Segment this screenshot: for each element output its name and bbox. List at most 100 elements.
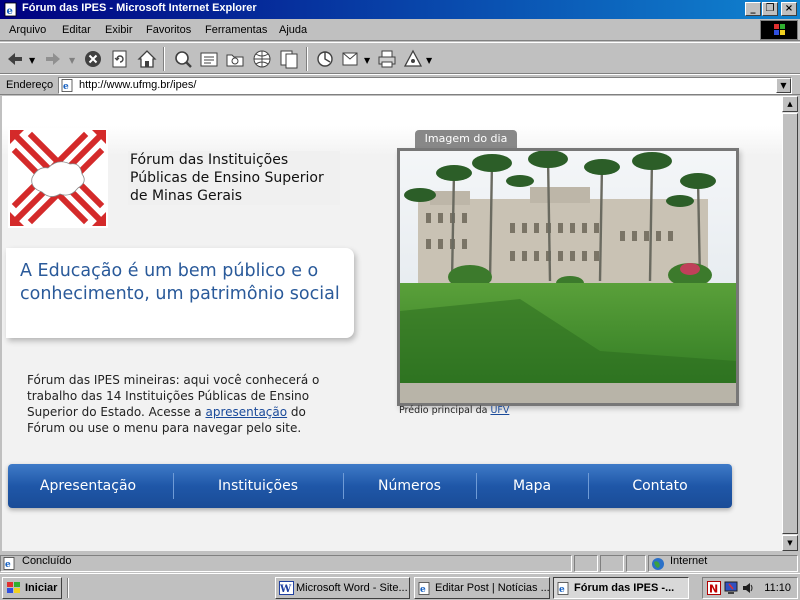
menu-exibir[interactable]: Exibir xyxy=(105,24,133,36)
monitor-icon[interactable] xyxy=(724,581,738,595)
svg-text:e: e xyxy=(420,585,426,595)
channels-icon[interactable] xyxy=(251,48,273,70)
page-status-icon: e xyxy=(3,557,15,570)
page-icon: e xyxy=(61,79,73,92)
history-icon[interactable] xyxy=(224,48,246,70)
vertical-scrollbar[interactable]: ▲ ▼ xyxy=(782,96,798,551)
main-nav: Apresentação Instituições Números Mapa C… xyxy=(8,464,732,508)
menu-ferramentas[interactable]: Ferramentas xyxy=(205,24,267,36)
home-icon[interactable] xyxy=(136,48,158,70)
taskbar: Iniciar W Microsoft Word - Site... e Edi… xyxy=(0,573,800,600)
menu-favoritos[interactable]: Favoritos xyxy=(146,24,191,36)
mail-dropdown-icon[interactable]: ▼ xyxy=(364,56,370,65)
menu-editar[interactable]: Editar xyxy=(62,24,91,36)
menu-arquivo[interactable]: Arquivo xyxy=(9,24,46,36)
internet-globe-icon xyxy=(652,558,664,570)
site-title: Fórum das Instituições Públicas de Ensin… xyxy=(128,151,340,205)
status-pane xyxy=(0,555,572,572)
ie-page-icon: e xyxy=(4,2,17,17)
volume-icon[interactable] xyxy=(741,581,755,595)
site-title-line: Fórum das Instituições xyxy=(130,152,289,168)
status-bar: e Concluído Internet xyxy=(0,553,800,573)
norton-icon[interactable]: N xyxy=(707,581,721,595)
zone-text: Internet xyxy=(670,555,708,567)
image-caption: Prédio principal da UFV xyxy=(399,405,509,416)
intro-text: Fórum das IPES mineiras: aqui você conhe… xyxy=(27,372,347,436)
nav-mapa[interactable]: Mapa xyxy=(476,464,588,508)
nav-apresentacao[interactable]: Apresentação xyxy=(8,464,168,508)
forum-logo xyxy=(8,128,108,228)
svg-text:e: e xyxy=(63,82,69,92)
print-icon[interactable] xyxy=(376,48,398,70)
standard-toolbar: ▼ ▼ ▼ ▼ xyxy=(0,42,800,74)
maximize-button[interactable]: ❐ xyxy=(762,2,778,16)
page-content: Fórum das Instituições Públicas de Ensin… xyxy=(2,96,782,551)
nav-contato[interactable]: Contato xyxy=(588,464,732,508)
image-of-day-tab: Imagem do dia xyxy=(415,130,517,148)
minimize-button[interactable]: _ xyxy=(745,2,761,16)
word-icon: W xyxy=(279,581,294,595)
menu-ajuda[interactable]: Ajuda xyxy=(279,24,307,36)
refresh-icon[interactable] xyxy=(109,48,131,70)
scroll-down-button[interactable]: ▼ xyxy=(782,535,798,551)
image-of-day-frame xyxy=(397,148,739,406)
back-icon[interactable] xyxy=(4,48,26,70)
site-title-line: de Minas Gerais xyxy=(130,188,243,204)
task-forum-ipes[interactable]: e Fórum das IPES -... xyxy=(553,577,689,599)
back-dropdown-icon[interactable]: ▼ xyxy=(29,56,35,65)
svg-text:W: W xyxy=(279,584,292,595)
windows-flag-icon xyxy=(7,582,20,593)
window-title: Fórum das IPES - Microsoft Internet Expl… xyxy=(22,2,257,14)
apresentacao-link[interactable]: apresentação xyxy=(205,405,287,419)
task-forum-ipes-label: Fórum das IPES -... xyxy=(574,582,675,594)
address-input[interactable]: e http://www.ufmg.br/ipes/ ▼ xyxy=(58,77,792,94)
favorites-icon[interactable] xyxy=(198,48,220,70)
nav-instituicoes[interactable]: Instituições xyxy=(173,464,343,508)
mail-icon[interactable] xyxy=(314,48,336,70)
scroll-up-button[interactable]: ▲ xyxy=(782,96,798,112)
ufv-building-photo xyxy=(400,151,736,403)
task-editar-post-label: Editar Post | Notícias ... xyxy=(435,582,550,594)
page-viewport: Fórum das Instituições Públicas de Ensin… xyxy=(2,96,782,551)
start-button[interactable]: Iniciar xyxy=(2,577,62,599)
close-button[interactable]: × xyxy=(781,2,797,16)
task-word[interactable]: W Microsoft Word - Site... xyxy=(275,577,410,599)
menu-bar: Arquivo Editar Exibir Favoritos Ferramen… xyxy=(0,19,800,41)
status-pane xyxy=(600,555,624,572)
slogan-text: A Educação é um bem público e o conhecim… xyxy=(20,261,340,304)
ie-page-icon: e xyxy=(557,582,569,595)
stop-icon[interactable] xyxy=(82,48,104,70)
system-tray: N 11:10 xyxy=(702,577,798,599)
toolbar-separator xyxy=(306,47,308,71)
forward-icon[interactable] xyxy=(42,48,64,70)
discuss-dropdown-icon[interactable]: ▼ xyxy=(426,56,432,65)
svg-text:N: N xyxy=(709,583,718,596)
status-pane xyxy=(574,555,598,572)
windows-logo-icon xyxy=(760,20,798,40)
task-word-label: Microsoft Word - Site... xyxy=(296,582,408,594)
quicklaunch-divider xyxy=(67,578,69,598)
clock: 11:10 xyxy=(764,582,791,594)
forward-dropdown-icon[interactable]: ▼ xyxy=(69,56,75,65)
nav-numeros[interactable]: Números xyxy=(343,464,476,508)
task-editar-post[interactable]: e Editar Post | Notícias ... xyxy=(414,577,550,599)
address-bar: Endereço e http://www.ufmg.br/ipes/ ▼ xyxy=(0,74,800,95)
ie-page-icon: e xyxy=(418,582,430,595)
toolbar-separator xyxy=(163,47,165,71)
start-label: Iniciar xyxy=(25,582,58,594)
status-text: Concluído xyxy=(22,555,72,567)
address-url: http://www.ufmg.br/ipes/ xyxy=(79,79,197,91)
address-dropdown-button[interactable]: ▼ xyxy=(776,78,791,93)
scroll-thumb[interactable] xyxy=(782,113,798,534)
svg-text:e: e xyxy=(559,585,565,595)
fullscreen-icon[interactable] xyxy=(278,48,300,70)
site-title-line: Públicas de Ensino Superior xyxy=(130,170,324,186)
svg-text:e: e xyxy=(7,6,13,17)
ufv-link[interactable]: UFV xyxy=(490,405,509,416)
svg-text:e: e xyxy=(5,560,11,570)
search-icon[interactable] xyxy=(172,48,194,70)
status-pane xyxy=(626,555,646,572)
discuss-icon[interactable] xyxy=(402,48,424,70)
edit-page-icon[interactable] xyxy=(340,48,362,70)
slogan-panel: A Educação é um bem público e o conhecim… xyxy=(6,248,354,338)
